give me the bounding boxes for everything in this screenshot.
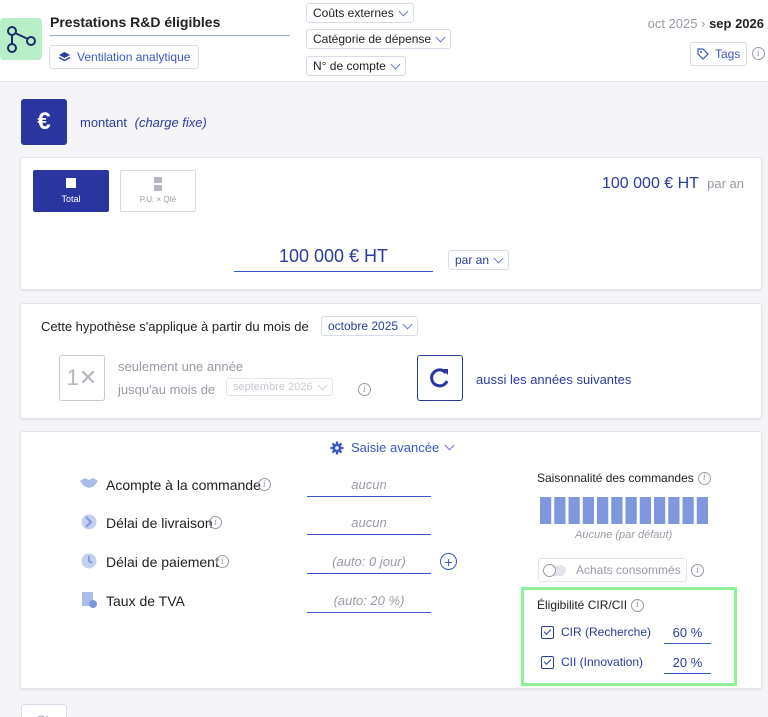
seasonality-bar[interactable] xyxy=(597,497,609,524)
seasonality-title: Saisonnalité des commandes i xyxy=(537,471,711,485)
toggle-switch[interactable] xyxy=(543,563,566,577)
start-month-select[interactable]: octobre 2025 xyxy=(321,316,419,336)
mode-total-button[interactable]: Total xyxy=(33,170,109,212)
info-icon[interactable]: i xyxy=(691,564,704,577)
advanced-toggle[interactable]: Saisie avancée xyxy=(330,440,455,455)
seasonality-bar[interactable] xyxy=(682,497,694,524)
filter-external-costs[interactable]: Coûts externes xyxy=(306,3,414,23)
cii-rate-input[interactable]: 20 % xyxy=(664,655,711,674)
delivery-icon xyxy=(80,513,98,536)
cir-checkbox[interactable] xyxy=(541,625,554,639)
cir-checkbox-row[interactable]: CIR (Recherche) xyxy=(541,625,651,639)
amount-summary: 100 000 € HT par an xyxy=(602,175,744,192)
amount-title: montant (charge fixe) xyxy=(80,115,207,130)
seasonality-bars[interactable] xyxy=(540,497,708,524)
filter-category[interactable]: Catégorie de dépense xyxy=(306,29,452,49)
once-label: seulement une année xyxy=(118,359,244,374)
chevron-down-icon xyxy=(435,32,446,42)
gear-icon xyxy=(330,441,344,454)
ok-button[interactable]: Ok xyxy=(21,704,67,717)
split-square-icon xyxy=(154,177,162,191)
seasonality-bar[interactable] xyxy=(568,497,580,524)
payment-delay-input[interactable]: (auto: 0 jour) xyxy=(307,554,431,574)
vat-icon xyxy=(80,591,98,614)
network-icon xyxy=(0,18,42,60)
chevron-down-icon xyxy=(398,6,409,16)
payment-clock-icon xyxy=(80,552,98,575)
chevron-down-icon xyxy=(444,440,455,451)
delivery-delay-input[interactable]: aucun xyxy=(307,515,431,535)
cii-checkbox[interactable] xyxy=(541,655,554,669)
info-icon[interactable]: i xyxy=(258,478,271,491)
seasonality-bar[interactable] xyxy=(582,497,594,524)
seasonality-bar[interactable] xyxy=(696,497,708,524)
chevron-down-icon xyxy=(493,253,504,263)
analytic-button[interactable]: Ventilation analytique xyxy=(49,45,200,69)
cir-rate-input[interactable]: 60 % xyxy=(664,625,711,644)
info-icon[interactable]: i xyxy=(752,47,765,60)
until-month-select[interactable]: septembre 2026 xyxy=(226,378,333,396)
amount-period-select[interactable]: par an xyxy=(448,250,510,270)
seasonality-caption: Aucune (par défaut) xyxy=(575,529,673,541)
amount-input[interactable]: 100 000 € HT xyxy=(234,246,433,272)
once-icon: 1✕ xyxy=(66,365,98,390)
field-label: Taux de TVA xyxy=(106,593,185,609)
euro-icon: € xyxy=(21,99,67,145)
seasonality-bar[interactable] xyxy=(639,497,651,524)
layers-icon xyxy=(58,52,71,62)
seasonality-bar[interactable] xyxy=(668,497,680,524)
tags-button[interactable]: Tags xyxy=(690,42,748,66)
title-input[interactable]: Prestations R&D éligibles xyxy=(50,14,290,36)
seasonality-bar[interactable] xyxy=(625,497,637,524)
seasonality-chart[interactable] xyxy=(540,497,708,524)
analytic-label: Ventilation analytique xyxy=(77,50,191,64)
tag-icon xyxy=(697,48,709,60)
field-label: Délai de livraison xyxy=(106,515,213,531)
info-icon[interactable]: i xyxy=(697,471,711,485)
vat-rate-input[interactable]: (auto: 20 %) xyxy=(307,593,431,613)
down-payment-input[interactable]: aucun xyxy=(307,477,431,497)
field-label: Acompte à la commande xyxy=(106,477,261,493)
field-label: Délai de paiement xyxy=(106,554,219,570)
chevron-down-icon xyxy=(390,59,401,69)
consumed-toggle-button[interactable]: Achats consommés xyxy=(538,558,687,582)
page-title: Prestations R&D éligibles xyxy=(50,14,221,30)
repeat-button[interactable] xyxy=(417,355,463,401)
info-icon[interactable]: i xyxy=(358,383,371,396)
chevron-down-icon xyxy=(317,380,327,390)
once-button[interactable]: 1✕ xyxy=(59,355,105,401)
until-label: jusqu'au mois de xyxy=(118,382,216,397)
seasonality-bar[interactable] xyxy=(540,497,552,524)
mode-unit-button[interactable]: P.U. × Qté xyxy=(120,170,196,212)
info-icon[interactable]: i xyxy=(209,516,222,529)
eligibility-title: Éligibilité CIR/CII i xyxy=(537,598,645,612)
seasonality-bar[interactable] xyxy=(654,497,666,524)
info-icon[interactable]: i xyxy=(216,555,229,568)
seasonality-bar[interactable] xyxy=(611,497,623,524)
square-icon xyxy=(66,178,76,188)
chevron-down-icon xyxy=(402,319,413,329)
add-circle-icon[interactable]: + xyxy=(440,553,457,570)
handshake-icon xyxy=(79,475,99,496)
filter-account[interactable]: N° de compte xyxy=(306,56,406,76)
period-range[interactable]: oct 2025 › sep 2026 xyxy=(648,16,764,31)
repeat-label: aussi les années suivantes xyxy=(476,372,632,387)
cii-checkbox-row[interactable]: CII (Innovation) xyxy=(541,655,643,669)
hypothesis-intro: Cette hypothèse s'applique à partir du m… xyxy=(41,319,309,334)
redo-icon xyxy=(430,368,449,388)
info-icon[interactable]: i xyxy=(631,598,645,612)
seasonality-bar[interactable] xyxy=(554,497,566,524)
